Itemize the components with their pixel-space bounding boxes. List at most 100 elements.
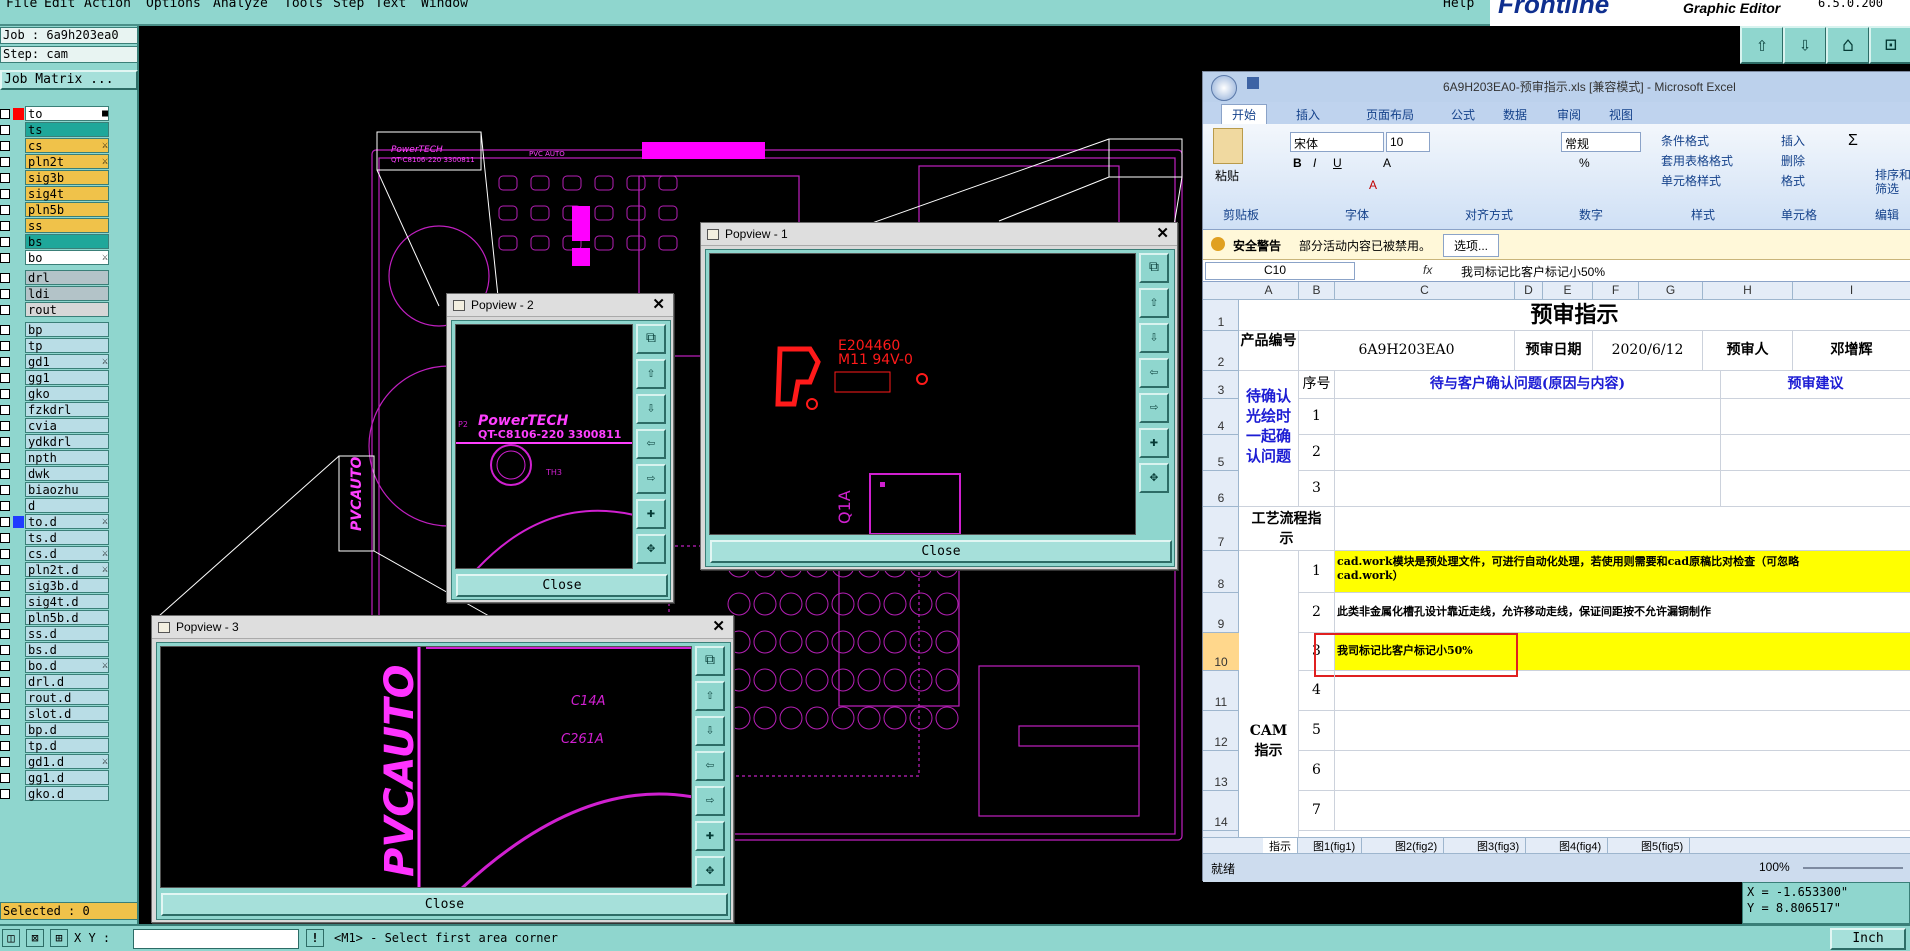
layer-row[interactable]: bs [0, 234, 110, 250]
layer-checkbox[interactable] [0, 533, 10, 543]
product-no-label[interactable]: 产品编号 [1239, 331, 1299, 371]
layer-row[interactable]: sig3b.d [0, 578, 110, 594]
confirm-label[interactable]: 待确认光绘时一起确认问题 [1239, 371, 1299, 507]
pan-left-icon[interactable]: ⇦ [1139, 358, 1169, 388]
confirm-seq-1[interactable]: 1 [1299, 399, 1335, 435]
column-header[interactable]: E [1543, 282, 1593, 300]
tab-page-layout[interactable]: 页面布局 [1366, 106, 1414, 123]
layer-row[interactable]: biaozhu [0, 482, 110, 498]
popview-2-close-button[interactable]: Close [456, 574, 668, 597]
layer-row[interactable]: ts [0, 122, 110, 138]
row-header[interactable]: 5 [1203, 435, 1239, 471]
layer-checkbox[interactable] [0, 453, 10, 463]
row-header[interactable]: 9 [1203, 593, 1239, 633]
cam-item-1[interactable]: cad.work模块是预处理文件，可进行自动化处理，若使用则需要和cad原稿比对… [1335, 551, 1910, 593]
menu-file[interactable]: File [6, 0, 37, 11]
zoom-out-icon[interactable]: ✥ [636, 534, 666, 564]
layer-row[interactable]: drl.d [0, 674, 110, 690]
layer-name[interactable]: slot.d [25, 706, 109, 721]
grow-font-icon[interactable]: A [1383, 156, 1391, 170]
layer-row[interactable]: bo ⚔ [0, 250, 110, 266]
row-header[interactable]: 3 [1203, 371, 1239, 399]
menu-analyze[interactable]: Analyze [213, 0, 268, 11]
layer-name[interactable]: bo [25, 250, 109, 265]
pan-left-icon[interactable]: ⇦ [695, 751, 725, 781]
zoom-in-icon[interactable]: ✚ [695, 821, 725, 851]
layer-checkbox[interactable] [0, 373, 10, 383]
row-header[interactable]: 13 [1203, 751, 1239, 791]
layer-checkbox[interactable] [0, 437, 10, 447]
menu-action[interactable]: Action [84, 0, 131, 11]
format-as-table-button[interactable]: 套用表格格式 [1661, 152, 1733, 169]
layer-checkbox[interactable] [0, 221, 10, 231]
zoom-out-icon[interactable]: ✥ [695, 856, 725, 886]
tab-home[interactable]: 开始 [1221, 104, 1268, 125]
layer-name[interactable]: d [25, 498, 109, 513]
cam-seq-2[interactable]: 2 [1299, 593, 1335, 633]
layer-name[interactable]: gd1.d [25, 754, 109, 769]
job-matrix-button[interactable]: Job Matrix ... [0, 70, 138, 90]
zoom-out-icon[interactable]: ✥ [1139, 463, 1169, 493]
pan-up-icon[interactable]: ⇧ [1139, 288, 1169, 318]
layer-row[interactable]: pln5b [0, 202, 110, 218]
layer-name[interactable]: pln5b.d [25, 610, 109, 625]
row-header[interactable]: 11 [1203, 671, 1239, 711]
layer-name[interactable]: cvia [25, 418, 109, 433]
layer-row[interactable]: bp [0, 322, 110, 338]
layer-checkbox[interactable] [0, 341, 10, 351]
column-header[interactable]: B [1299, 282, 1335, 300]
layer-row[interactable]: rout [0, 302, 110, 318]
layer-checkbox[interactable] [0, 273, 10, 283]
confirm-seq-3[interactable]: 3 [1299, 471, 1335, 507]
layer-name[interactable]: sig3b [25, 170, 109, 185]
layer-checkbox[interactable] [0, 125, 10, 135]
layer-checkbox[interactable] [0, 357, 10, 367]
layer-checkbox[interactable] [0, 109, 10, 119]
issue-label[interactable]: 待与客户确认问题(原因与内容) [1335, 371, 1721, 399]
layer-name[interactable]: bs [25, 234, 109, 249]
fit-icon[interactable]: ⧉ [695, 646, 725, 676]
layer-name[interactable]: rout.d [25, 690, 109, 705]
layer-checkbox[interactable] [0, 469, 10, 479]
zoom-slider[interactable] [1803, 867, 1903, 869]
menu-window[interactable]: Window [421, 0, 468, 11]
pan-right-icon[interactable]: ⇨ [1139, 393, 1169, 423]
layer-name[interactable]: biaozhu [25, 482, 109, 497]
cam-item-6[interactable] [1335, 751, 1910, 791]
layer-row[interactable]: sig4t [0, 186, 110, 202]
advice-label[interactable]: 预审建议 [1721, 371, 1910, 399]
cam-item-2[interactable]: 此类非金属化槽孔设计靠近走线，允许移动走线，保证间距按不允许漏铜制作 [1335, 593, 1910, 633]
layer-row[interactable]: fzkdrl [0, 402, 110, 418]
layer-checkbox[interactable] [0, 693, 10, 703]
font-name-select[interactable]: 宋体 [1290, 132, 1384, 152]
layer-row[interactable]: gg1.d [0, 770, 110, 786]
layer-row[interactable]: bp.d [0, 722, 110, 738]
pan-down-icon[interactable]: ⇩ [695, 716, 725, 746]
sheet-tab[interactable]: 图1(fig1) [1307, 838, 1363, 853]
sheet-tab[interactable]: 图4(fig4) [1553, 838, 1609, 853]
confirm-issue-3[interactable] [1335, 471, 1721, 507]
layer-row[interactable]: ss.d [0, 626, 110, 642]
layer-name[interactable]: ss.d [25, 626, 109, 641]
layer-name[interactable]: gg1 [25, 370, 109, 385]
row-header[interactable]: 1 [1203, 300, 1239, 331]
layer-name[interactable]: dwk [25, 466, 109, 481]
cam-seq-1[interactable]: 1 [1299, 551, 1335, 593]
layer-row[interactable]: pln5b.d [0, 610, 110, 626]
layer-name[interactable]: sig4t [25, 186, 109, 201]
zoom-level[interactable]: 100% [1759, 860, 1790, 874]
layer-row[interactable]: dwk [0, 466, 110, 482]
layer-row[interactable]: tp.d [0, 738, 110, 754]
layer-row[interactable]: npth [0, 450, 110, 466]
column-header[interactable]: C [1335, 282, 1515, 300]
layer-name[interactable]: ts.d [25, 530, 109, 545]
measure-icon[interactable]: ⊠ [26, 929, 44, 947]
reviewer-label[interactable]: 预审人 [1703, 331, 1793, 371]
sum-icon[interactable]: Σ [1848, 132, 1858, 150]
layer-checkbox[interactable] [0, 581, 10, 591]
cam-item-5[interactable] [1335, 711, 1910, 751]
layer-checkbox[interactable] [0, 173, 10, 183]
column-header[interactable]: H [1703, 282, 1793, 300]
popview-1-close-button[interactable]: Close [710, 540, 1172, 563]
popview-2-titlebar[interactable]: Popview - 2 ✕ [447, 294, 673, 317]
